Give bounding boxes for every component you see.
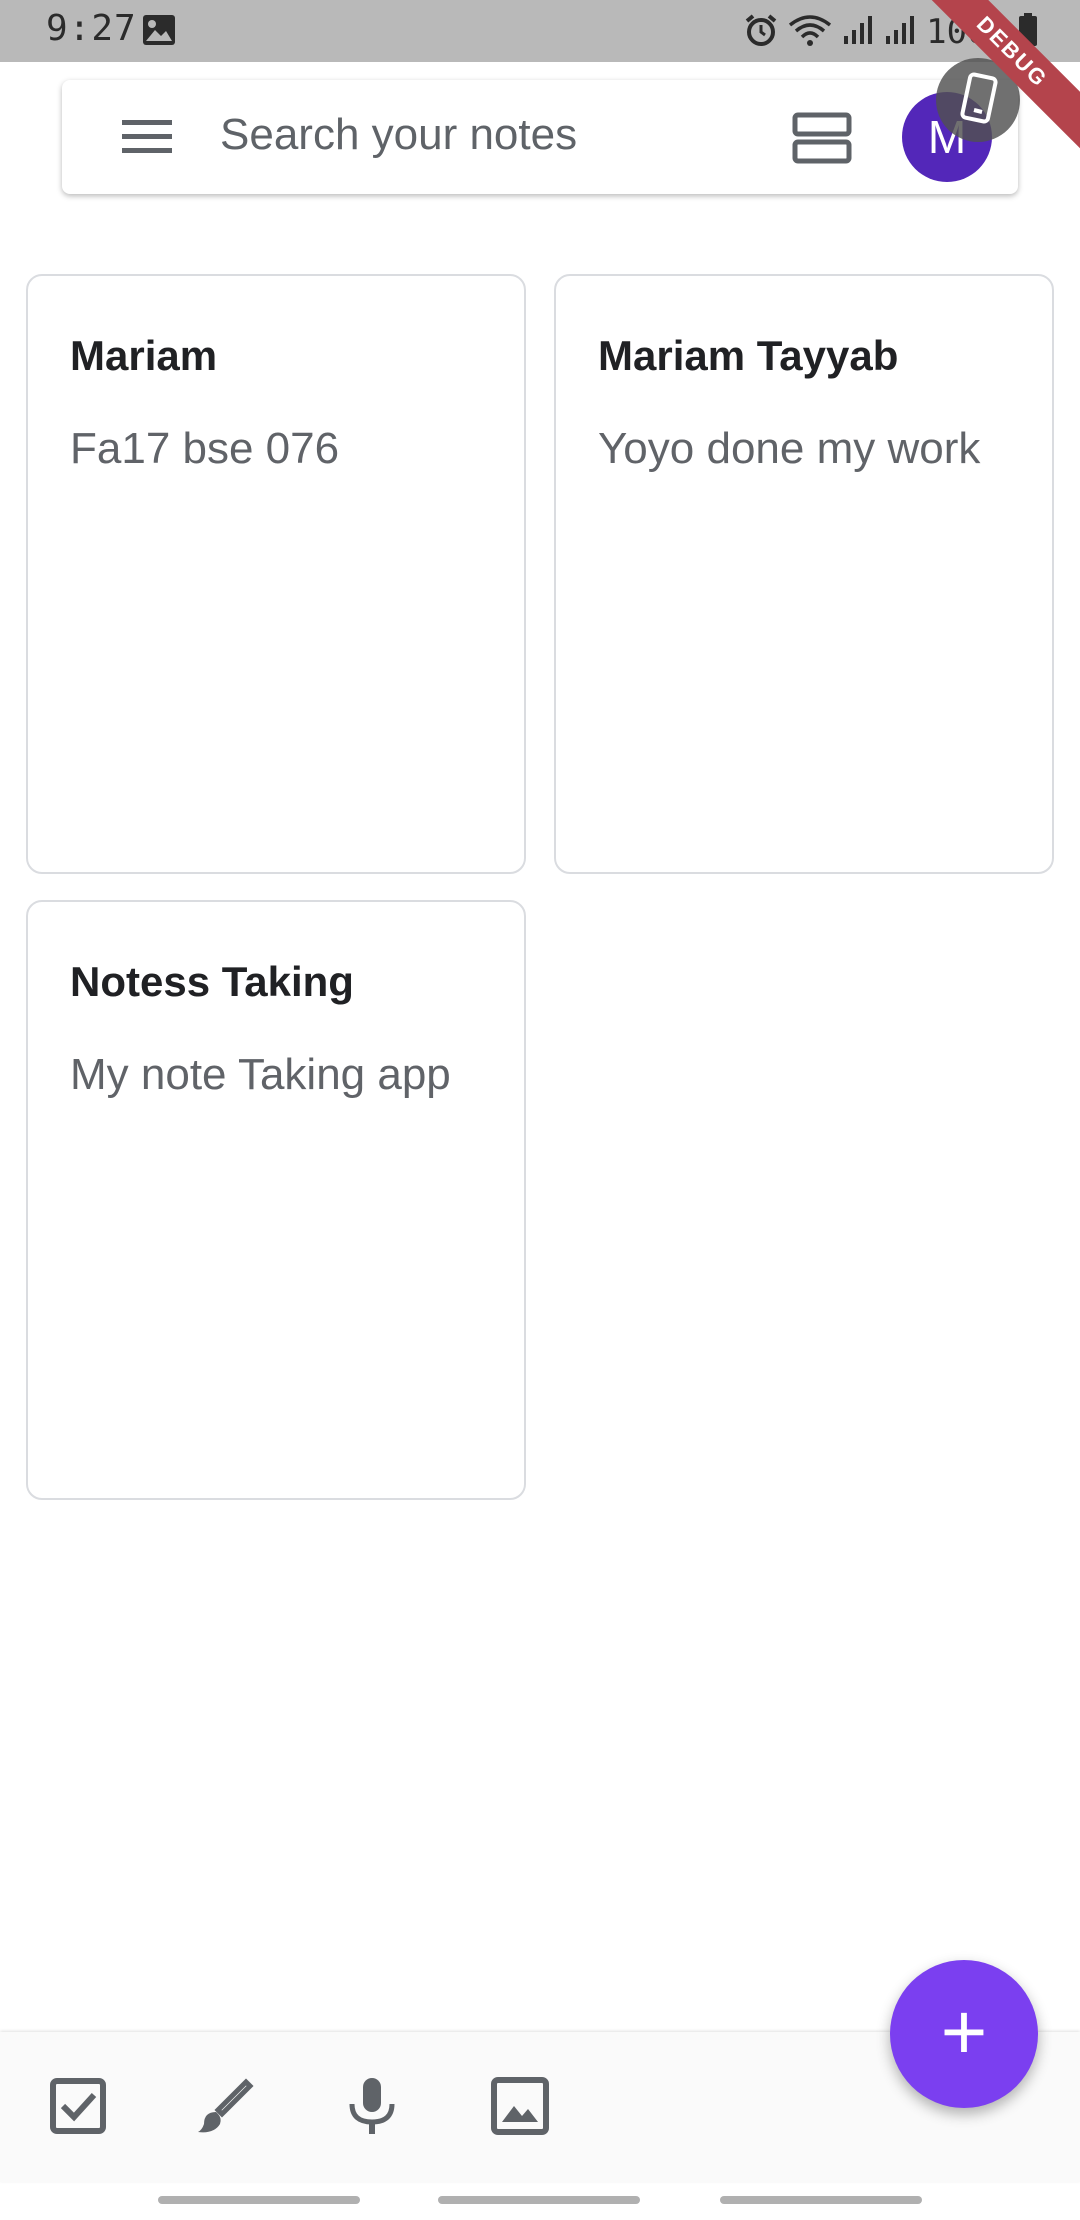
signal-1-icon [842,14,874,51]
nav-handle-right [720,2196,922,2204]
status-time: 9:27 [46,8,137,49]
note-card[interactable]: Notess Taking My note Taking app [26,900,526,1500]
note-title: Notess Taking [70,958,354,1005]
note-title: Mariam Tayyab [598,332,899,379]
note-card[interactable]: Mariam Tayyab Yoyo done my work [554,274,1054,874]
nav-handle-left [158,2196,360,2204]
image-icon[interactable] [490,2076,550,2136]
status-bar: 9:27 [0,0,1080,62]
note-body: Fa17 bse 076 [70,424,340,473]
mic-icon[interactable] [342,2076,402,2136]
note-title: Mariam [70,332,218,379]
note-body: My note Taking app [70,1050,451,1099]
gallery-notification-icon [142,14,176,51]
note-body: Yoyo done my work [598,424,981,473]
note-card[interactable]: Mariam Fa17 bse 076 [26,274,526,874]
add-note-button[interactable]: + [890,1960,1038,2108]
menu-icon[interactable] [122,114,172,160]
list-view-toggle-icon[interactable] [792,112,852,164]
search-bar[interactable]: Search your notes M [62,80,1018,194]
checkbox-icon[interactable] [48,2076,108,2136]
brush-icon[interactable] [194,2076,254,2136]
wifi-icon [788,13,832,52]
nav-handle-center [438,2196,640,2204]
search-input[interactable]: Search your notes [220,110,577,160]
notes-screen: 9:27 DEBUG Search your notes M Mariam Fa… [0,0,1080,2220]
signal-2-icon [884,14,916,51]
alarm-icon [744,13,778,52]
